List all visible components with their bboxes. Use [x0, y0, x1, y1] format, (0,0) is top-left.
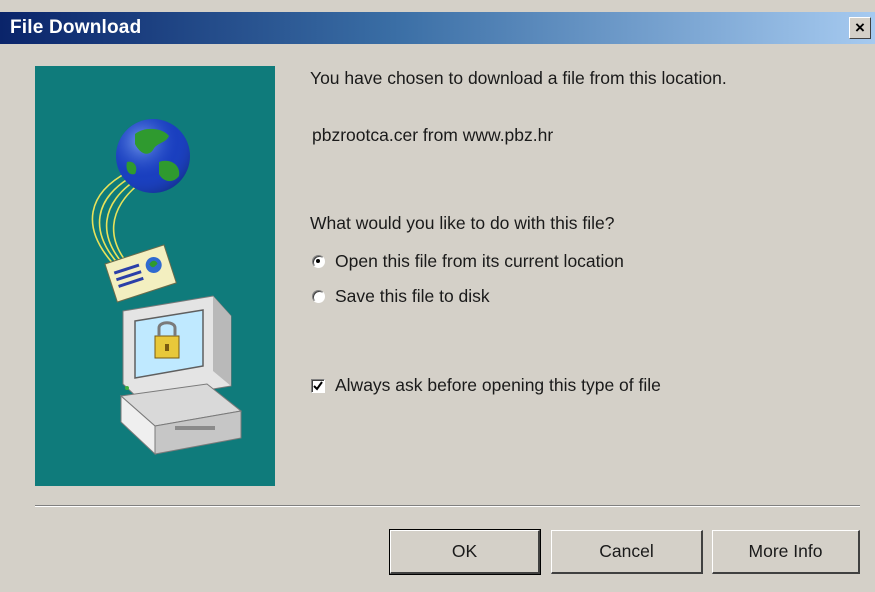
- globe-computer-icon: [91, 119, 243, 456]
- ok-button[interactable]: OK: [389, 529, 541, 575]
- always-ask-option[interactable]: Always ask before opening this type of f…: [311, 375, 661, 396]
- open-file-label: Open this file from its current location: [335, 251, 624, 271]
- download-location-message: You have chosen to download a file from …: [310, 68, 727, 88]
- open-file-radio[interactable]: [312, 255, 325, 268]
- save-file-option[interactable]: Save this file to disk: [312, 286, 490, 307]
- window-title: File Download: [10, 17, 142, 38]
- close-button[interactable]: ×: [849, 17, 871, 39]
- more-info-button[interactable]: More Info: [712, 530, 860, 574]
- always-ask-label: Always ask before opening this type of f…: [335, 375, 661, 395]
- checkmark-icon: [313, 380, 323, 391]
- title-bar[interactable]: File Download ×: [0, 12, 875, 44]
- open-file-option[interactable]: Open this file from its current location: [312, 251, 624, 272]
- action-question: What would you like to do with this file…: [310, 213, 615, 233]
- save-file-radio[interactable]: [312, 290, 325, 303]
- file-download-dialog: File Download × You have chosen to downl…: [0, 0, 875, 592]
- separator: [35, 505, 860, 507]
- always-ask-checkbox[interactable]: [311, 378, 325, 393]
- save-file-label: Save this file to disk: [335, 286, 490, 306]
- cancel-button[interactable]: Cancel: [551, 530, 703, 574]
- download-illustration: [35, 66, 275, 486]
- file-source-text: pbzrootca.cer from www.pbz.hr: [312, 125, 554, 145]
